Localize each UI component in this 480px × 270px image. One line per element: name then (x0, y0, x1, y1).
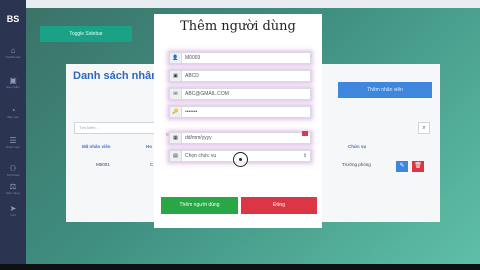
mouse-cursor (233, 152, 248, 167)
calendar-picker-icon[interactable] (302, 131, 308, 136)
name-value: ABCD (185, 73, 199, 79)
cell-role: Trưởng phòng (342, 162, 371, 167)
sidebar-item-label: Gửi (10, 213, 16, 217)
sidebar-item-accounts[interactable]: ⚇ Tài khoản (0, 164, 26, 177)
id-card-icon: ▣ (170, 71, 182, 81)
add-employee-button[interactable]: Thêm nhân viên (338, 82, 432, 98)
filter-input[interactable]: Tìm kiếm... (74, 122, 156, 134)
code-field[interactable]: 👤 M0003 (169, 52, 311, 64)
sidebar-item-categories[interactable]: ☰ Danh mục (0, 136, 26, 149)
sidebar-item-reports[interactable]: ◔ Báo cáo (0, 106, 26, 119)
email-value: ABC@GMAIL.COM (185, 91, 229, 97)
name-field[interactable]: ▣ ABCD (169, 70, 311, 82)
modal-title: Thêm người dùng (180, 19, 296, 34)
password-field[interactable]: 🔑 ••••••• (169, 106, 311, 118)
sidebar-item-dashboard[interactable]: ⌂ Dashboard (0, 46, 26, 59)
user-icon: 👤 (170, 53, 182, 63)
email-field[interactable]: ✉ ABC@GMAIL.COM (169, 88, 311, 100)
dashboard-icon: ⌂ (10, 46, 16, 55)
toggle-sidebar-button[interactable]: Toggle Sidebar (40, 26, 132, 42)
chevron-updown-icon: ⇕ (302, 153, 307, 159)
key-icon: 🔑 (170, 107, 182, 117)
cart-icon: ⚖ (9, 182, 17, 191)
list-icon: ☰ (9, 136, 17, 145)
sidebar-item-label: Danh mục (6, 145, 20, 149)
date-field[interactable]: ▦ dd/mm/yyyy (169, 132, 311, 144)
calendar-icon: ▦ (170, 133, 182, 143)
page-title: Danh sách nhân (73, 70, 158, 82)
search-icon: ⌕ (422, 125, 426, 131)
box-icon: ▣ (9, 76, 17, 85)
column-header-name[interactable]: Ho (146, 144, 152, 149)
trash-icon: 🗑 (414, 163, 422, 169)
send-icon: ➤ (9, 204, 17, 213)
sidebar-item-orders[interactable]: ⚖ Đơn hàng (0, 182, 26, 195)
close-button[interactable]: Đóng (241, 197, 317, 214)
sidebar-item-label: Tài khoản (6, 173, 20, 177)
role-value: Chọn chức vụ (185, 153, 217, 159)
email-icon: ✉ (170, 89, 182, 99)
cell-name: C (150, 162, 154, 167)
column-header-code[interactable]: Mã nhân viên (82, 144, 111, 149)
pencil-icon: ✎ (399, 163, 405, 169)
sidebar-item-label: Đơn hàng (6, 191, 20, 195)
column-header-role[interactable]: Chức vụ (348, 144, 366, 149)
add-user-modal: Thêm người dùng 👤 M0003 ▣ ABCD ✉ ABC@GMA… (154, 14, 322, 228)
sidebar: BS ⌂ Dashboard ▣ Sản phẩm ◔ Báo cáo ☰ Da… (0, 0, 26, 270)
sidebar-item-label: Sản phẩm (6, 85, 20, 89)
top-bar (26, 0, 480, 8)
briefcase-icon: ▤ (170, 151, 182, 161)
add-user-button[interactable]: Thêm người dùng (161, 197, 238, 214)
gauge-icon: ◔ (10, 106, 16, 115)
date-value: dd/mm/yyyy (185, 135, 212, 141)
sidebar-item-products[interactable]: ▣ Sản phẩm (0, 76, 26, 89)
sidebar-item-label: Dashboard (5, 55, 21, 59)
sidebar-item-label: Báo cáo (7, 115, 19, 119)
search-button[interactable]: ⌕ (418, 122, 430, 134)
delete-button[interactable]: 🗑 (412, 161, 424, 172)
password-value: ••••••• (185, 109, 198, 115)
frame-edge (0, 264, 480, 270)
brand-logo: BS (6, 14, 20, 24)
code-value: M0003 (185, 55, 201, 61)
edit-button[interactable]: ✎ (396, 161, 408, 172)
sidebar-item-send[interactable]: ➤ Gửi (0, 204, 26, 217)
users-icon: ⚇ (9, 164, 17, 173)
cell-code: M0001 (96, 162, 110, 167)
